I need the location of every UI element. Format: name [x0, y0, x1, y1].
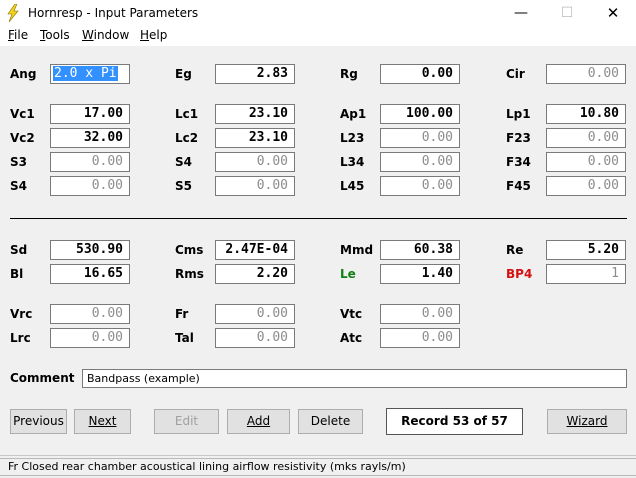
- atc-field[interactable]: 0.00: [380, 328, 460, 348]
- label-tal: Tal: [175, 331, 194, 345]
- lc1-field[interactable]: 23.10: [215, 104, 295, 124]
- lc2-field[interactable]: 23.10: [215, 128, 295, 148]
- rg-field[interactable]: 0.00: [380, 64, 460, 84]
- add-button[interactable]: Add: [227, 409, 290, 434]
- label-s4-a: S4: [175, 155, 192, 169]
- label-s5: S5: [175, 179, 192, 193]
- label-lc1: Lc1: [175, 107, 199, 121]
- maximize-button[interactable]: ☐: [544, 0, 590, 26]
- le-field[interactable]: 1.40: [380, 264, 460, 284]
- label-f34: F34: [506, 155, 531, 169]
- vtc-field[interactable]: 0.00: [380, 304, 460, 324]
- label-rg: Rg: [340, 67, 358, 81]
- label-vc2: Vc2: [10, 131, 35, 145]
- tal-field[interactable]: 0.00: [215, 328, 295, 348]
- re-field[interactable]: 5.20: [546, 240, 626, 260]
- s4-b-field[interactable]: 0.00: [50, 176, 130, 196]
- bp4-field[interactable]: 1: [546, 264, 626, 284]
- delete-button[interactable]: Delete: [298, 409, 363, 434]
- label-rms: Rms: [175, 267, 204, 281]
- record-indicator: Record 53 of 57: [386, 408, 523, 435]
- label-fr: Fr: [175, 307, 189, 321]
- next-button[interactable]: Next: [74, 409, 131, 434]
- f45-field[interactable]: 0.00: [546, 176, 626, 196]
- label-eg: Eg: [175, 67, 192, 81]
- label-vtc: Vtc: [340, 307, 363, 321]
- section-divider: [10, 218, 627, 219]
- label-s3: S3: [10, 155, 27, 169]
- status-bar: Fr Closed rear chamber acoustical lining…: [0, 455, 636, 478]
- cir-field[interactable]: 0.00: [546, 64, 626, 84]
- label-ang: Ang: [10, 67, 37, 81]
- label-lp1: Lp1: [506, 107, 531, 121]
- sd-field[interactable]: 530.90: [50, 240, 130, 260]
- minimize-button[interactable]: —: [498, 0, 544, 26]
- menu-window[interactable]: Window: [82, 28, 129, 42]
- wizard-button[interactable]: Wizard: [547, 409, 627, 434]
- label-mmd: Mmd: [340, 243, 374, 257]
- s3-field[interactable]: 0.00: [50, 152, 130, 172]
- previous-button[interactable]: Previous: [10, 409, 67, 434]
- status-text: Fr Closed rear chamber acoustical lining…: [8, 460, 406, 473]
- lrc-field[interactable]: 0.00: [50, 328, 130, 348]
- ang-field[interactable]: 2.0 x Pi: [50, 64, 130, 84]
- label-cir: Cir: [506, 67, 525, 81]
- label-lc2: Lc2: [175, 131, 199, 145]
- label-l34: L34: [340, 155, 365, 169]
- label-s4-b: S4: [10, 179, 27, 193]
- f34-field[interactable]: 0.00: [546, 152, 626, 172]
- edit-button[interactable]: Edit: [154, 409, 219, 434]
- label-re: Re: [506, 243, 524, 257]
- label-f23: F23: [506, 131, 531, 145]
- rms-field[interactable]: 2.20: [215, 264, 295, 284]
- label-f45: F45: [506, 179, 531, 193]
- menu-file[interactable]: File: [8, 28, 28, 42]
- label-bp4: BP4: [506, 267, 533, 281]
- menu-bar: File Tools Window Help: [0, 26, 636, 46]
- menu-help[interactable]: Help: [140, 28, 167, 42]
- lightning-bolt-icon: [7, 4, 19, 22]
- label-comment: Comment: [10, 371, 75, 385]
- label-cms: Cms: [175, 243, 204, 257]
- label-ap1: Ap1: [340, 107, 367, 121]
- f23-field[interactable]: 0.00: [546, 128, 626, 148]
- bl-field[interactable]: 16.65: [50, 264, 130, 284]
- label-le: Le: [340, 267, 356, 281]
- label-bl: Bl: [10, 267, 24, 281]
- vc2-field[interactable]: 32.00: [50, 128, 130, 148]
- lp1-field[interactable]: 10.80: [546, 104, 626, 124]
- label-sd: Sd: [10, 243, 28, 257]
- vrc-field[interactable]: 0.00: [50, 304, 130, 324]
- cms-field[interactable]: 2.47E-04: [215, 240, 295, 260]
- l45-field[interactable]: 0.00: [380, 176, 460, 196]
- l23-field[interactable]: 0.00: [380, 128, 460, 148]
- label-vrc: Vrc: [10, 307, 33, 321]
- window-title: Hornresp - Input Parameters: [28, 6, 199, 20]
- comment-field[interactable]: Bandpass (example): [82, 369, 627, 388]
- l34-field[interactable]: 0.00: [380, 152, 460, 172]
- eg-field[interactable]: 2.83: [215, 64, 295, 84]
- title-bar: Hornresp - Input Parameters — ☐ ✕: [0, 0, 636, 26]
- label-lrc: Lrc: [10, 331, 31, 345]
- menu-tools[interactable]: Tools: [40, 28, 70, 42]
- label-l23: L23: [340, 131, 365, 145]
- label-atc: Atc: [340, 331, 363, 345]
- ap1-field[interactable]: 100.00: [380, 104, 460, 124]
- close-button[interactable]: ✕: [590, 0, 636, 26]
- label-l45: L45: [340, 179, 365, 193]
- vc1-field[interactable]: 17.00: [50, 104, 130, 124]
- s4-a-field[interactable]: 0.00: [215, 152, 295, 172]
- mmd-field[interactable]: 60.38: [380, 240, 460, 260]
- s5-field[interactable]: 0.00: [215, 176, 295, 196]
- label-vc1: Vc1: [10, 107, 35, 121]
- fr-field[interactable]: 0.00: [215, 304, 295, 324]
